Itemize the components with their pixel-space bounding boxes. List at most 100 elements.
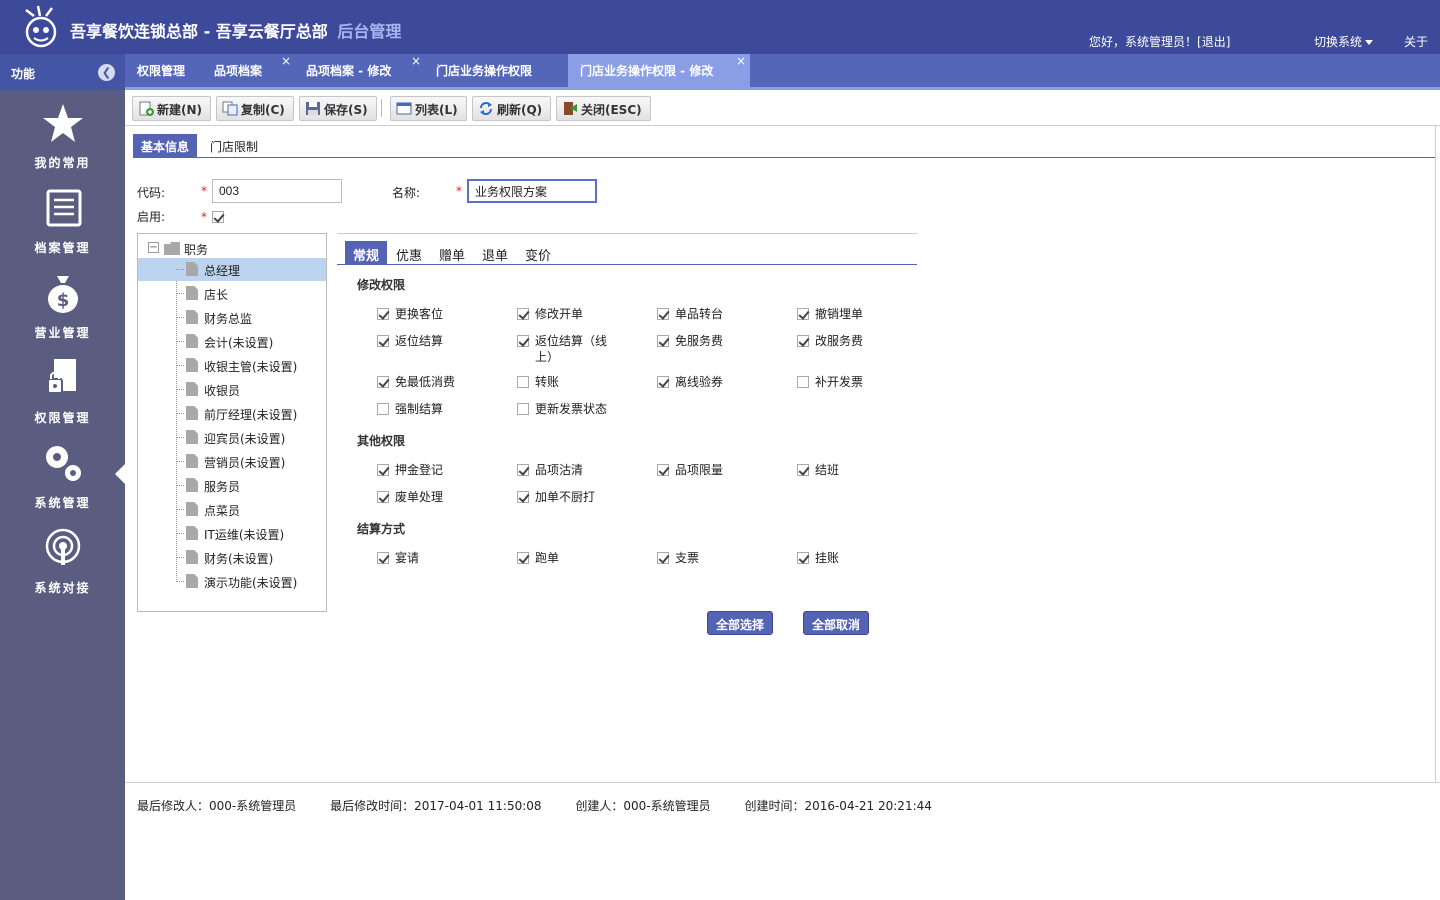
permission-checkbox[interactable]	[797, 335, 809, 347]
tree-node[interactable]: 迎宾员(未设置)	[138, 426, 326, 449]
tab-store-permission-edit[interactable]: 门店业务操作权限 - 修改 ×	[568, 54, 750, 87]
tree-node[interactable]: 总经理	[138, 258, 326, 281]
copy-icon	[222, 101, 238, 116]
tree-node-label: 服务员	[204, 480, 241, 494]
permission-checkbox[interactable]	[657, 552, 669, 564]
permission-checkbox[interactable]	[657, 464, 669, 476]
tree-node[interactable]: 点菜员	[138, 498, 326, 521]
tree-node[interactable]: 收银员	[138, 378, 326, 401]
tree-node[interactable]: 店长	[138, 282, 326, 305]
tab-item-archive-edit[interactable]: 品项档案 - 修改 ×	[294, 54, 424, 87]
tab-close-icon[interactable]: ×	[281, 54, 291, 68]
permission-checkbox[interactable]	[797, 376, 809, 388]
tab-basic-info[interactable]: 基本信息	[133, 134, 198, 157]
permission-option[interactable]: 结班	[797, 462, 927, 498]
sidebar-item-integration[interactable]: 系统对接	[0, 527, 125, 607]
required-mark: *	[201, 184, 207, 198]
tree-node[interactable]: 前厅经理(未设置)	[138, 402, 326, 425]
enabled-checkbox[interactable]	[212, 211, 224, 223]
new-button[interactable]: 新建(N)	[132, 96, 212, 121]
document-icon	[186, 262, 198, 276]
permission-label: 免最低消费	[395, 375, 456, 389]
permission-checkbox[interactable]	[797, 464, 809, 476]
tree-node[interactable]: 服务员	[138, 474, 326, 497]
permission-option[interactable]: 挂账	[797, 550, 927, 586]
permission-option[interactable]: 离线验券	[657, 374, 787, 410]
permission-option[interactable]: 更新发票状态	[517, 401, 647, 437]
permission-option[interactable]: 跑单	[517, 550, 647, 586]
permission-label: 结班	[815, 463, 840, 477]
name-input[interactable]	[467, 179, 597, 203]
permission-option[interactable]: 加单不厨打	[517, 489, 647, 525]
list-button[interactable]: 列表(L)	[390, 96, 467, 121]
permission-checkbox[interactable]	[517, 552, 529, 564]
save-button[interactable]: 保存(S)	[299, 96, 377, 121]
permission-option[interactable]: 免服务费	[657, 333, 787, 369]
tab-general[interactable]: 常规	[345, 241, 388, 265]
logout-link[interactable]: 退出	[1202, 35, 1226, 49]
permission-checkbox[interactable]	[517, 308, 529, 320]
refresh-button[interactable]: 刷新(Q)	[472, 96, 552, 121]
permission-option[interactable]: 宴请	[377, 550, 507, 586]
permission-checkbox[interactable]	[377, 308, 389, 320]
sidebar-item-permission[interactable]: 权限管理	[0, 357, 125, 437]
collapse-toggle-icon[interactable]: −	[148, 242, 159, 253]
sidebar-item-business[interactable]: $ 营业管理	[0, 272, 125, 352]
permission-option[interactable]: 返位结算（线上）	[517, 333, 647, 369]
permission-checkbox[interactable]	[377, 552, 389, 564]
collapse-sidebar-icon[interactable]: ❮	[98, 64, 115, 81]
tab-item-archive[interactable]: 品项档案 ×	[202, 54, 294, 87]
about-link[interactable]: 关于	[1404, 33, 1428, 50]
tree-node-label: 店长	[204, 288, 229, 302]
tree-node[interactable]: 收银主管(未设置)	[138, 354, 326, 377]
sidebar-item-favorites[interactable]: 我的常用	[0, 102, 125, 182]
tab-permission-management[interactable]: 权限管理	[125, 54, 197, 87]
tree-node[interactable]: 营销员(未设置)	[138, 450, 326, 473]
code-input[interactable]	[212, 179, 342, 203]
permission-option[interactable]: 补开发票	[797, 374, 927, 410]
select-all-button[interactable]: 全部选择	[707, 611, 774, 635]
tab-gift[interactable]: 赠单	[431, 241, 473, 265]
tree-node[interactable]: 财务总监	[138, 306, 326, 329]
tree-node[interactable]: 会计(未设置)	[138, 330, 326, 353]
permission-option[interactable]: 品项限量	[657, 462, 787, 498]
permission-checkbox[interactable]	[517, 491, 529, 503]
tab-discount[interactable]: 优惠	[388, 241, 430, 265]
permission-checkbox[interactable]	[377, 376, 389, 388]
tab-close-icon[interactable]: ×	[736, 54, 746, 68]
tab-store-permission[interactable]: 门店业务操作权限	[424, 54, 544, 87]
last-modified-time: 最后修改时间：2017-04-01 11:50:08	[330, 799, 542, 813]
permission-option[interactable]: 支票	[657, 550, 787, 586]
permission-option[interactable]: 返位结算	[377, 333, 507, 369]
document-list-icon	[46, 189, 82, 227]
permission-checkbox[interactable]	[657, 308, 669, 320]
close-button[interactable]: 关闭(ESC)	[556, 96, 651, 121]
tree-node[interactable]: IT运维(未设置)	[138, 522, 326, 545]
tree-node[interactable]: 演示功能(未设置)	[138, 570, 326, 593]
sidebar-item-archive[interactable]: 档案管理	[0, 187, 125, 267]
tab-close-icon[interactable]: ×	[411, 54, 421, 68]
permission-checkbox[interactable]	[517, 403, 529, 415]
permission-checkbox[interactable]	[797, 308, 809, 320]
permission-checkbox[interactable]	[377, 403, 389, 415]
switch-system-dropdown[interactable]: 切换系统	[1314, 33, 1374, 50]
tree-node[interactable]: 财务(未设置)	[138, 546, 326, 569]
permission-checkbox[interactable]	[657, 335, 669, 347]
sidebar-item-system[interactable]: 系统管理	[0, 442, 125, 522]
tab-return[interactable]: 退单	[474, 241, 516, 265]
permission-checkbox[interactable]	[377, 335, 389, 347]
permission-checkbox[interactable]	[517, 335, 529, 347]
app-subtitle: 后台管理	[337, 22, 402, 41]
permission-checkbox[interactable]	[657, 376, 669, 388]
cancel-all-button[interactable]: 全部取消	[803, 611, 870, 635]
tab-store-restriction[interactable]: 门店限制	[202, 134, 266, 157]
copy-button[interactable]: 复制(C)	[216, 96, 294, 121]
permission-checkbox[interactable]	[517, 464, 529, 476]
permission-checkbox[interactable]	[797, 552, 809, 564]
permission-checkbox[interactable]	[517, 376, 529, 388]
content-border	[1435, 126, 1436, 782]
permission-option[interactable]: 改服务费	[797, 333, 927, 369]
permission-checkbox[interactable]	[377, 491, 389, 503]
permission-checkbox[interactable]	[377, 464, 389, 476]
tab-price-change[interactable]: 变价	[517, 241, 559, 265]
